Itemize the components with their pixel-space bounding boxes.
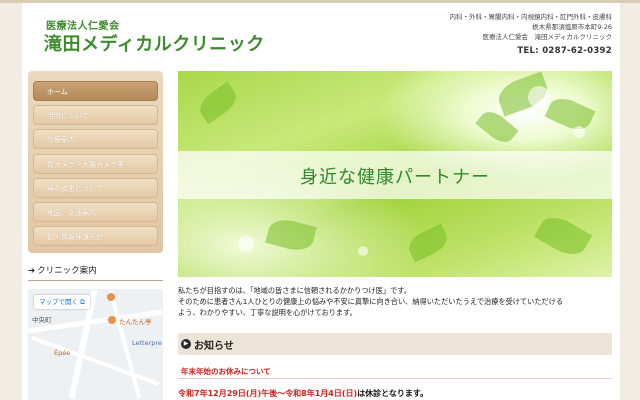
news-item-rest: は休診となります。 [357,389,429,398]
decorative-bokeh [573,126,585,138]
decorative-leaf [544,92,596,136]
top-border [0,0,640,3]
open-map-label: マップで開く [39,298,78,306]
sidebar-nav: ホーム 当院について 診療案内 胃カメラ・大腸カメラ等 痔の疾患について 地図、… [28,71,163,253]
hero-banner: 身近な健康パートナー [178,71,612,277]
map-pin-icon[interactable] [107,293,115,301]
open-map-button[interactable]: マップで開く ⧉ [34,295,90,309]
nav-item-about[interactable]: 当院について [33,105,158,126]
nav-item-access[interactable]: 地図、交通案内 [33,201,158,222]
intro-line: そのために患者さん1人ひとりの健康上の悩みや不安に真摯に向き合い、納得いただいた… [178,297,564,306]
decorative-bokeh [358,246,368,256]
info-dot-icon: ▶ [181,339,191,349]
intro-text: 私たちが目指すのは、「地域の皆さまに信頼されるかかりつけ医」です。 そのために患… [178,285,612,318]
clinic-logo-text[interactable]: 滝田メディカルクリニック [44,30,265,56]
news-item-dates: 令和7年12月29日(月)午後～令和8年1月4日(日) [178,389,358,398]
clinic-guide-title: クリニック案内 [37,266,97,276]
departments: 内科・外科・胃腸内科・内視鏡内科・肛門外科・皮膚科 [449,13,613,21]
header-info: 内科・外科・胃腸内科・内視鏡内科・肛門外科・皮膚科 栃木県那須塩原市本町9-26… [450,12,613,42]
page-margin-left [0,0,22,400]
corp-clinic-name: 医療法人仁愛会 滝田メディカルクリニック [482,33,612,41]
map-pin-icon[interactable] [108,316,116,324]
nav-item-hemorrhoids[interactable]: 痔の疾患について [33,177,158,198]
page-margin-right [620,0,640,400]
hero-tagline: 身近な健康パートナー [300,167,490,188]
external-link-icon: ⧉ [80,298,85,306]
intro-line: よう、わかりやすい、丁寧な説明を心がけております。 [178,308,357,317]
decorative-leaf [533,210,593,262]
decorative-leaf [194,81,242,125]
map-label: Letterpre [132,339,162,347]
nav-item-endoscopy[interactable]: 胃カメラ・大腸カメラ等 [33,153,158,174]
map-label: Épée [54,349,71,357]
nav-item-privacy[interactable]: 個人情報保護方針 [33,226,158,247]
intro-line: 私たちが目指すのは、「地域の皆さまに信頼されるかかりつけ医」です。 [178,286,411,295]
arrow-right-icon: ➔ [28,266,36,276]
decorative-bokeh [528,86,550,108]
news-divider [178,378,612,379]
nav-item-services[interactable]: 診療案内 [33,129,158,150]
decorative-leaf [265,215,317,255]
news-heading-bar: ▶ お知らせ [178,333,612,355]
map-label: たんたん亭 [119,318,152,326]
address: 栃木県那須塩原市本町9-26 [532,23,612,31]
phone-number[interactable]: TEL: 0287-62-0392 [517,46,612,56]
news-item-title[interactable]: 年末年始のお休みについて [181,366,271,377]
news-heading: お知らせ [194,341,234,352]
map-label: 中央町 [32,316,52,324]
news-item-body: 令和7年12月29日(月)午後～令和8年1月4日(日)は休診となります。 [178,388,428,399]
map-embed[interactable]: マップで開く ⧉ 中央町 たんたん亭 Épée Letterpre [28,289,163,400]
nav-item-home[interactable]: ホーム [33,81,158,101]
decorative-leaf [404,223,452,263]
decorative-bokeh [238,236,254,252]
clinic-guide-heading: ➔ クリニック案内 [28,264,163,281]
